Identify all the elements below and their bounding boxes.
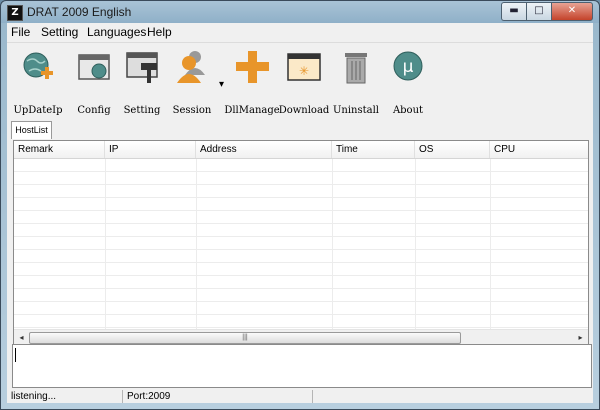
menu-help[interactable]: Help [147, 25, 172, 39]
column-address[interactable]: Address [196, 141, 332, 158]
status-empty-panel [313, 390, 593, 403]
svg-text:µ: µ [403, 57, 414, 77]
text-caret [15, 348, 16, 362]
log-textbox[interactable] [12, 344, 592, 388]
grid-divider [490, 159, 491, 329]
scroll-thumb[interactable]: ||| [29, 332, 461, 344]
about-button[interactable]: µ About [377, 47, 437, 117]
window-controls: ▬ □ ✕ [501, 2, 593, 21]
download-button[interactable]: ✳ Download [273, 47, 333, 117]
title-bar[interactable]: Z DRAT 2009 English ▬ □ ✕ [1, 1, 599, 23]
grid-divider [415, 159, 416, 329]
close-button[interactable]: ✕ [551, 2, 593, 21]
uninstall-button[interactable]: Uninstall [325, 47, 385, 117]
status-port: Port:2009 [123, 390, 313, 403]
grid-divider [196, 159, 197, 329]
window-title: DRAT 2009 English [27, 5, 132, 19]
column-time[interactable]: Time [332, 141, 415, 158]
updateip-button[interactable]: UpDateIp [7, 47, 67, 117]
dllmanage-button[interactable]: DllManage [221, 47, 281, 117]
tab-strip: HostList [7, 121, 593, 139]
users-icon [177, 51, 205, 83]
column-remark[interactable]: Remark [14, 141, 105, 158]
about-label: About [392, 105, 424, 116]
scroll-right-arrow-icon[interactable]: ▸ [573, 330, 588, 344]
status-text: listening... [7, 390, 123, 403]
grid-divider [105, 159, 106, 329]
menu-file[interactable]: File [11, 25, 30, 39]
hostlist-table[interactable]: Remark IP Address Time OS CPU ◂ ||| ▸ [13, 140, 589, 345]
table-header: Remark IP Address Time OS CPU [14, 141, 588, 159]
mu-icon: µ [393, 51, 423, 81]
app-window: Z DRAT 2009 English ▬ □ ✕ File Setting L… [0, 0, 600, 410]
app-logo-icon[interactable]: Z [7, 5, 23, 21]
paint-roller-icon [126, 52, 158, 83]
menu-bar: File Setting Languages Help [7, 23, 593, 43]
column-cpu[interactable]: CPU [490, 141, 588, 158]
column-os[interactable]: OS [415, 141, 490, 158]
window-globe-icon [78, 54, 110, 80]
globe-plus-icon [23, 52, 53, 79]
session-label: Session [172, 105, 212, 116]
trash-icon [345, 53, 367, 84]
updateip-label: UpDateIp [13, 105, 63, 116]
client-area: File Setting Languages Help UpDateIp Con… [7, 23, 593, 403]
horizontal-scrollbar[interactable]: ◂ ||| ▸ [14, 329, 588, 344]
svg-text:✳: ✳ [299, 64, 309, 78]
table-body[interactable] [14, 159, 588, 329]
session-button[interactable]: Session [161, 47, 221, 117]
grid-divider [332, 159, 333, 329]
download-window-icon: ✳ [287, 53, 321, 81]
tab-hostlist[interactable]: HostList [11, 121, 52, 139]
plus-icon [236, 51, 269, 83]
toolbar: UpDateIp Config Setting Session ▾ DllMan… [7, 43, 593, 121]
menu-languages[interactable]: Languages [87, 25, 146, 39]
maximize-button[interactable]: □ [526, 2, 551, 21]
menu-setting[interactable]: Setting [41, 25, 78, 39]
minimize-button[interactable]: ▬ [501, 2, 526, 21]
status-bar: listening... Port:2009 [7, 390, 593, 403]
scroll-left-arrow-icon[interactable]: ◂ [14, 330, 29, 344]
column-ip[interactable]: IP [105, 141, 196, 158]
